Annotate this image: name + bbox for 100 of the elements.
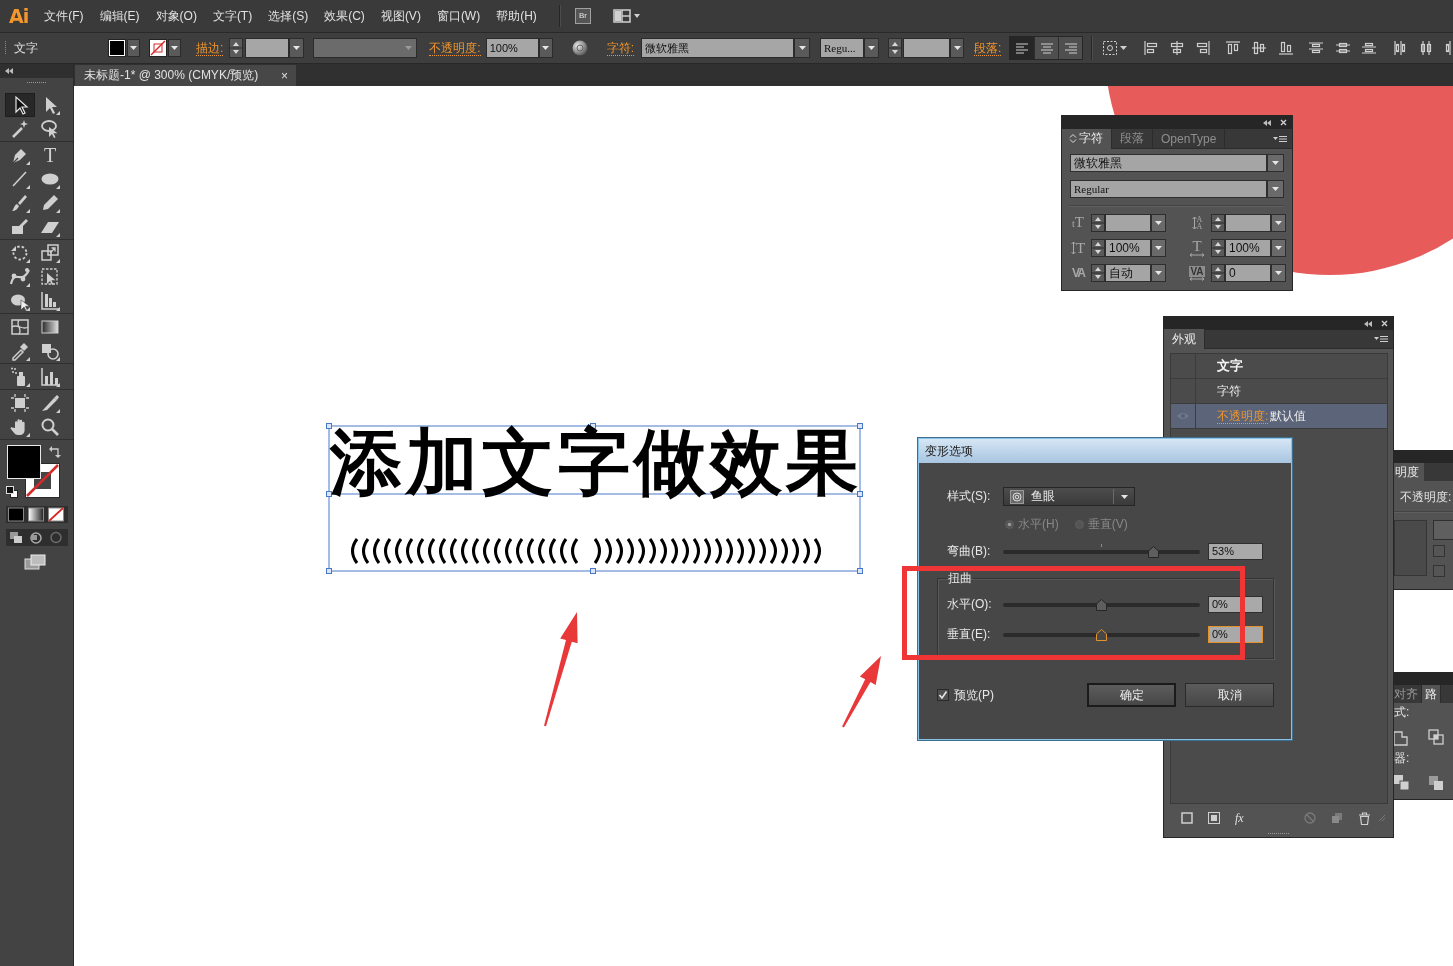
font-size-field[interactable] [903,38,951,58]
checkbox-icon[interactable] [1433,545,1445,557]
tracking-field[interactable]: 0 [1225,264,1271,282]
stacked-squares-icon[interactable] [1394,775,1410,791]
slider-track[interactable] [1003,597,1200,611]
panel-menu-icon[interactable] [1273,134,1287,143]
overlapping-squares-icon[interactable] [1428,729,1444,745]
distribute-top-icon[interactable] [1308,40,1325,56]
close-icon[interactable] [1280,119,1287,126]
fill-swatch[interactable] [7,445,41,479]
stepper-icon[interactable] [888,38,903,58]
tool-button[interactable] [5,93,35,117]
leading-field[interactable] [1225,214,1271,232]
swap-arrows-icon[interactable] [49,446,61,458]
panel-tab[interactable]: OpenType [1153,128,1226,149]
slider-track[interactable] [1003,544,1200,558]
stepper-icon[interactable] [1091,264,1105,282]
draw-normal-icon[interactable] [7,530,25,545]
menu-item[interactable]: 文件(F) [36,4,92,28]
align-bottom-icon[interactable] [1278,40,1295,56]
sphere-icon[interactable] [571,40,588,56]
preview-checkbox[interactable]: 预览(P) [937,686,994,704]
menu-item[interactable]: 对象(O) [147,4,205,28]
stepper-icon[interactable] [1091,239,1105,257]
square-outline-icon[interactable] [1181,812,1193,824]
font-family-field[interactable]: 微软雅黑 [1070,154,1267,172]
menu-item[interactable]: 帮助(H) [488,4,545,28]
slider-thumb[interactable] [1148,546,1160,558]
horizontal-scale-field[interactable]: 100% [1225,239,1271,257]
menu-item[interactable]: 视图(V) [372,4,429,28]
font-style-field[interactable]: Regular [1070,180,1267,198]
dropdown-button[interactable] [864,38,880,58]
character-label[interactable]: 字符: [606,40,635,56]
close-button[interactable]: × [279,68,290,83]
dropdown-button[interactable] [1151,264,1166,282]
slider-track[interactable] [1003,627,1200,641]
resize-grip-icon[interactable] [1378,814,1386,822]
panel-tab[interactable]: 明度 [1394,463,1424,481]
dialog-button[interactable]: 取消 [1185,683,1274,707]
collapse-icon[interactable] [5,68,13,74]
stroke-weight-field[interactable] [245,38,290,58]
stroke-label[interactable]: 描边: [196,40,224,56]
grip-icon[interactable] [26,80,47,84]
menu-item[interactable]: 效果(C) [316,4,373,28]
text-align-button[interactable] [1034,37,1059,59]
opacity-field[interactable]: 100% [485,38,539,58]
stepper-icon[interactable] [1091,214,1105,232]
dropdown-button[interactable] [1151,214,1166,232]
fill-color-picker[interactable] [108,39,140,57]
default-colors-icon[interactable] [6,486,18,498]
width-profile-dropdown[interactable] [313,38,418,58]
draw-behind-icon[interactable] [27,530,45,545]
vertical-scale-field[interactable]: 100% [1105,239,1151,257]
dialog-button[interactable]: 确定 [1087,683,1176,707]
reference-point-icon[interactable] [1102,40,1129,56]
no-fill-icon[interactable] [47,507,65,522]
distribute-middle-icon[interactable] [1335,40,1352,56]
panel-tab[interactable]: 路 [1422,685,1441,703]
gradient-fill-icon[interactable] [27,507,45,522]
stepper-icon[interactable] [1211,264,1225,282]
dropdown-button[interactable] [1271,214,1286,232]
trash-icon[interactable] [1357,811,1371,825]
stroke-color-picker[interactable] [149,39,181,57]
stacked-squares-icon[interactable] [1428,775,1444,791]
color-fill-icon[interactable] [7,507,25,522]
panel-menu-icon[interactable] [1374,335,1388,343]
paragraph-label[interactable]: 段落: [974,40,1002,56]
menu-item[interactable]: 窗口(W) [428,4,489,28]
align-right-icon[interactable] [1195,40,1212,56]
opacity-label[interactable]: 不透明度: [429,40,481,56]
dropdown-button[interactable] [1267,180,1284,198]
fx-button[interactable]: fx [1233,810,1246,826]
dropdown-button[interactable] [1151,239,1166,257]
stepper-icon[interactable] [1211,214,1225,232]
menu-item[interactable]: 选择(S) [260,4,317,28]
document-tab[interactable]: 未标题-1* @ 300% (CMYK/预览) × [75,65,296,86]
filled-square-icon[interactable] [1208,812,1220,824]
grip-icon[interactable] [1268,831,1290,835]
panel-tab[interactable]: 段落 [1112,128,1153,149]
dropdown-button[interactable] [1271,239,1286,257]
slider-thumb[interactable] [1096,599,1107,611]
align-middle-icon[interactable] [1251,40,1268,56]
font-style-field[interactable]: Regu... [820,38,865,58]
kerning-field[interactable]: 自动 [1105,264,1151,282]
layout-switcher-icon[interactable] [612,9,641,23]
font-size-field[interactable] [1105,214,1151,232]
checkbox-icon[interactable] [1433,565,1445,577]
l-shape-icon[interactable] [1394,729,1408,745]
align-center-icon[interactable] [1169,40,1186,56]
menu-item[interactable]: 文字(T) [204,4,261,28]
text-align-button[interactable] [1010,37,1035,59]
panel-tab[interactable]: 字符 [1062,128,1112,149]
dropdown-button[interactable] [1267,154,1284,172]
collapse-icon[interactable] [1263,119,1271,126]
font-family-field[interactable]: 微软雅黑 [641,38,795,58]
draw-inside-icon[interactable] [47,530,65,545]
align-left-icon[interactable] [1143,40,1160,56]
menu-item[interactable]: 编辑(E) [91,4,148,28]
dropdown-button[interactable] [794,38,811,58]
bridge-button[interactable]: Br [574,8,591,24]
